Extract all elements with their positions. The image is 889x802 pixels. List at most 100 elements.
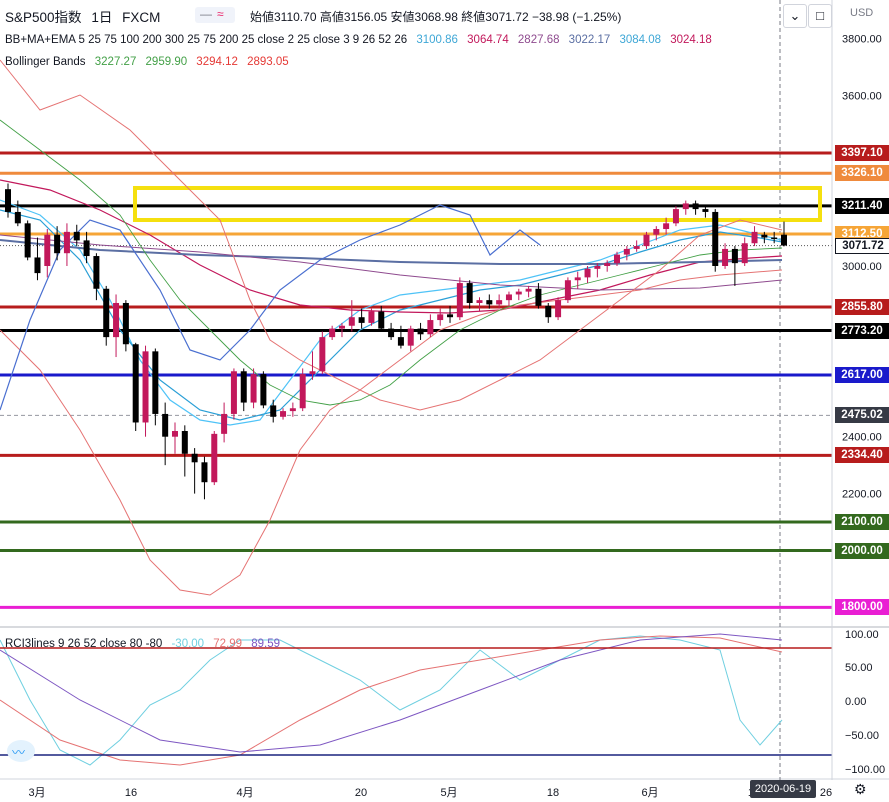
indicator-1-name: BB+MA+EMA 5 25 75 100 200 300 25 75 200 … — [5, 34, 408, 46]
candle-body — [358, 317, 365, 323]
symbol-title[interactable]: S&P500指数 1日 FXCM — [5, 6, 160, 26]
indicator-legend-1: BB+MA+EMA 5 25 75 100 200 300 25 75 200 … — [5, 34, 712, 46]
candle-body — [113, 302, 120, 338]
candle-body — [456, 283, 463, 318]
candle-body — [643, 234, 650, 247]
candle-body — [663, 223, 670, 230]
time-tick-label: 16 — [125, 787, 137, 799]
candle-body — [221, 413, 228, 434]
axis-tick-label: 3800.00 — [842, 33, 882, 45]
axis-tick-label: 3000.00 — [842, 261, 882, 273]
candle-body — [378, 311, 385, 329]
candle-body — [535, 288, 542, 306]
candle-body — [722, 248, 729, 266]
candle-body — [476, 300, 483, 303]
candle-body — [682, 203, 689, 210]
collapse-button[interactable]: ⌄ — [783, 4, 807, 28]
candle-body — [623, 248, 630, 255]
rci-tick-label: 100.00 — [845, 629, 879, 641]
rci-tick-label: 0.00 — [845, 696, 866, 708]
crosshair-date-label: 2020-06-19 — [750, 780, 816, 798]
price-line-label: 2617.00 — [835, 366, 889, 383]
currency-label: USD — [850, 7, 874, 19]
candle-body — [731, 248, 738, 264]
price-line-label: 3211.40 — [835, 197, 889, 214]
price-line-label: 2000.00 — [835, 542, 889, 559]
candle-body — [240, 371, 247, 403]
candle-body — [319, 337, 326, 372]
indicator-value: 3064.74 — [463, 34, 509, 46]
settings-icon[interactable]: ⚙ — [854, 781, 867, 798]
candle-body — [132, 344, 139, 423]
fullscreen-button[interactable]: □ — [808, 4, 832, 28]
candle-body — [191, 453, 198, 463]
wave-logo-icon: 〰 — [12, 745, 26, 760]
logo-badge[interactable]: 〰 — [7, 740, 35, 762]
rci-tick-label: −100.00 — [845, 764, 885, 776]
indicator-value: 3022.17 — [565, 34, 611, 46]
interval-label: 1日 — [91, 10, 113, 25]
price-line-label: 1800.00 — [835, 599, 889, 616]
candle-body — [417, 328, 424, 335]
time-tick-label: 5月 — [440, 787, 457, 799]
price-line-label: 2100.00 — [835, 514, 889, 531]
ohlc-readout: 始値3110.70 高値3156.05 安値3068.98 終値3071.72 … — [250, 10, 622, 24]
candle-body — [672, 209, 679, 224]
candle-body — [771, 237, 778, 239]
price-line-label: 2773.20 — [835, 322, 889, 339]
indicator-1-values: 3100.86 3064.74 2827.68 3022.17 3084.08 … — [410, 34, 711, 46]
candle-body — [93, 256, 100, 289]
rci-values: -30.00 72.99 89.59 — [165, 638, 280, 650]
indicator-value: 2959.90 — [142, 56, 188, 68]
candle-body — [604, 263, 611, 266]
candle-body — [574, 277, 581, 281]
candle-body — [368, 311, 375, 323]
axis-tick-label: 3600.00 — [842, 90, 882, 102]
price-chart[interactable]: 3800.003600.003400.003200.003000.002400.… — [0, 0, 889, 802]
candle-body — [122, 302, 129, 345]
indicator-value: 3294.12 — [193, 56, 238, 68]
candle-body — [486, 300, 493, 305]
candle-body — [584, 268, 591, 278]
compare-toggle[interactable]: — ≈ — [195, 7, 235, 23]
indicator-value: 2893.05 — [243, 56, 289, 68]
candle-body — [181, 431, 188, 454]
candle-body — [211, 433, 218, 483]
candle-body — [260, 374, 267, 406]
candle-body — [751, 231, 758, 244]
candle-body — [289, 408, 296, 412]
candle-body — [761, 234, 768, 238]
indicator-value: 3084.08 — [616, 34, 662, 46]
indicator-value: 3024.18 — [667, 34, 712, 46]
current-price-label: 3071.72 — [835, 237, 889, 254]
indicator-value: 89.59 — [248, 638, 281, 650]
candle-body — [653, 229, 660, 235]
candle-body — [781, 234, 787, 246]
chevron-down-icon: ⌄ — [789, 8, 801, 23]
time-tick-label: 3月 — [28, 787, 45, 799]
candle-body — [250, 374, 257, 403]
candle-body — [103, 288, 110, 338]
candle-body — [299, 374, 306, 409]
crosshair-price-label: 2475.02 — [835, 407, 889, 424]
axis-tick-label: 2200.00 — [842, 489, 882, 501]
minus-icon: — — [200, 7, 212, 21]
candle-body — [63, 231, 70, 254]
candle-body — [741, 243, 748, 264]
candle-body — [5, 189, 11, 212]
candle-body — [397, 337, 404, 346]
candle-body — [73, 231, 80, 241]
indicator-value: 72.99 — [210, 638, 243, 650]
candle-body — [152, 351, 159, 414]
candle-body — [633, 246, 640, 249]
square-icon: □ — [816, 8, 824, 23]
time-tick-label: 6月 — [641, 787, 658, 799]
candle-body — [34, 257, 41, 274]
candle-body — [407, 328, 414, 346]
candle-body — [614, 254, 621, 264]
candle-body — [270, 405, 277, 417]
candle-body — [388, 328, 395, 338]
candle-body — [24, 223, 31, 258]
candle-body — [44, 234, 51, 266]
indicator-legend-2: Bollinger Bands 3227.27 2959.90 3294.12 … — [5, 56, 289, 68]
